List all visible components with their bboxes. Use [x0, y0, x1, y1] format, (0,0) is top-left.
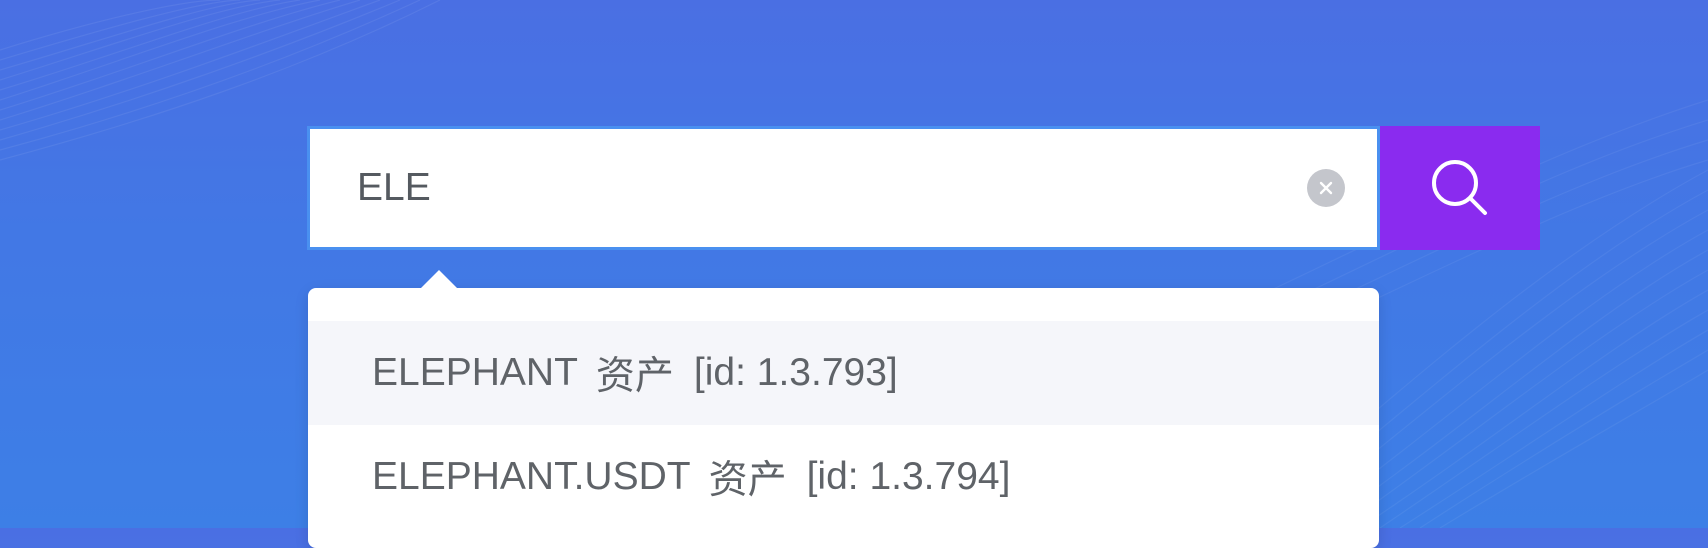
suggestion-name: ELEPHANT.USDT	[372, 455, 691, 498]
suggestion-item[interactable]: ELEPHANT.USDT 资产 [id: 1.3.794]	[308, 425, 1379, 529]
suggestion-item[interactable]: ELEPHANT 资产 [id: 1.3.793]	[308, 321, 1379, 425]
search-input[interactable]	[310, 129, 1257, 247]
suggestion-type: 资产	[708, 459, 787, 502]
suggestion-name: ELEPHANT	[372, 351, 578, 394]
close-circle-icon	[1319, 181, 1333, 195]
search-bar	[307, 126, 1540, 250]
suggestions-dropdown: ELEPHANT 资产 [id: 1.3.793] ELEPHANT.USDT 资产 […	[308, 270, 1379, 548]
search-field	[307, 126, 1380, 250]
dropdown-arrow	[421, 270, 457, 288]
suggestion-id: [id: 1.3.793]	[693, 351, 898, 394]
suggestion-id: [id: 1.3.794]	[806, 455, 1011, 498]
suggestion-type: 资产	[595, 355, 674, 398]
clear-search-button[interactable]	[1307, 169, 1345, 207]
search-icon	[1432, 160, 1487, 215]
search-button[interactable]	[1380, 126, 1540, 250]
